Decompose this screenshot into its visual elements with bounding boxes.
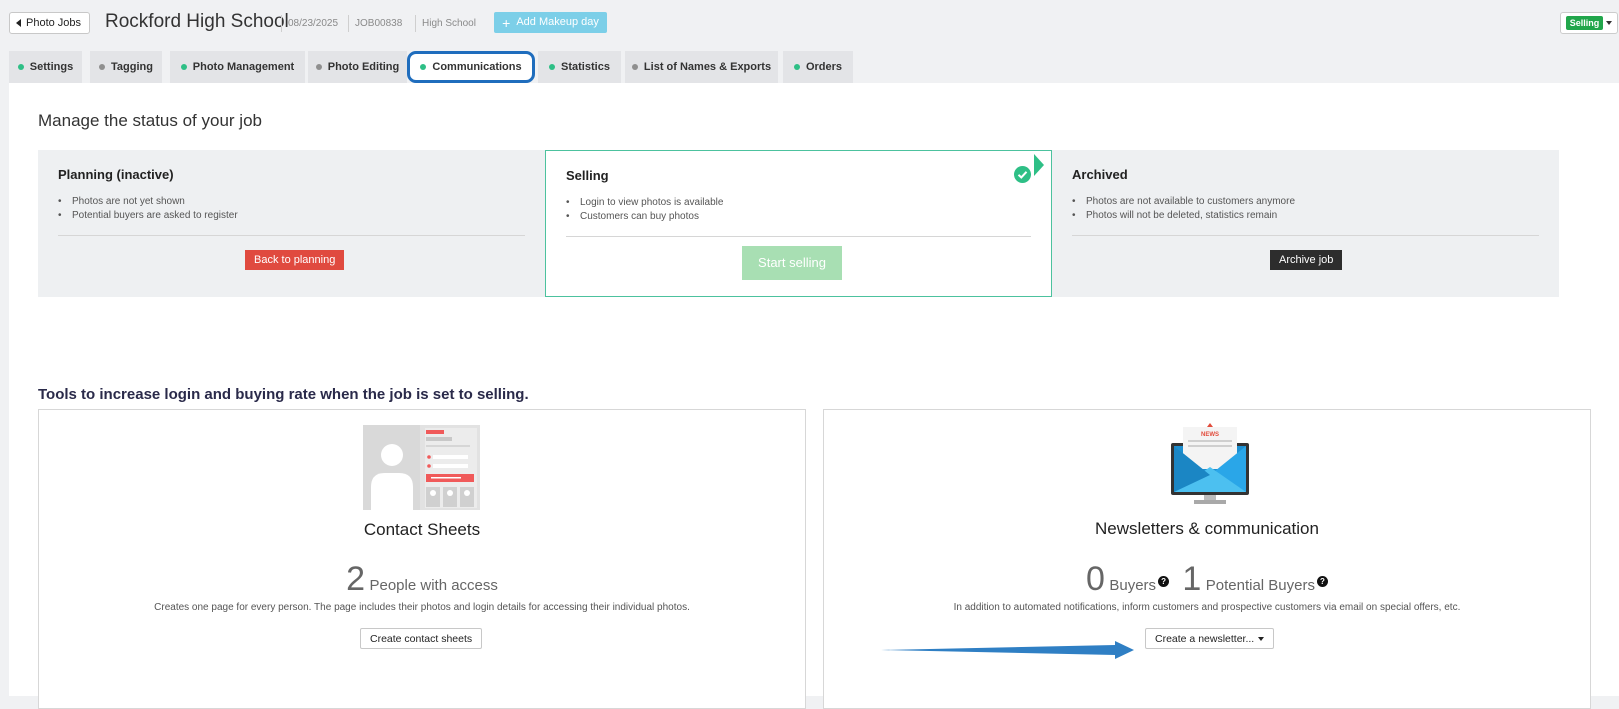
tab-orders[interactable]: Orders bbox=[783, 51, 853, 83]
newsletters-panel: NEWS Newsletters & communication 0 Buyer… bbox=[823, 409, 1591, 709]
list-item: Photos will not be deleted, statistics r… bbox=[1072, 209, 1295, 223]
divider bbox=[566, 236, 1031, 237]
tab-settings[interactable]: Settings bbox=[9, 51, 82, 83]
job-status-dropdown[interactable]: Selling bbox=[1560, 12, 1618, 34]
help-icon[interactable]: ? bbox=[1317, 576, 1328, 587]
archive-job-button[interactable]: Archive job bbox=[1270, 250, 1343, 270]
newsletters-description: In addition to automated notifications, … bbox=[953, 602, 1461, 613]
job-title: Rockford High School bbox=[105, 11, 289, 32]
job-date: 08/23/2025 bbox=[288, 18, 339, 29]
tab-label: Communications bbox=[432, 61, 522, 73]
chevron-down-icon bbox=[1258, 637, 1265, 641]
status-dot-icon bbox=[420, 64, 427, 70]
tab-communications[interactable]: Communications bbox=[407, 51, 535, 83]
potential-buyers-label: Potential Buyers bbox=[1205, 577, 1315, 594]
main-content: Manage the status of your job Planning (… bbox=[9, 83, 1619, 709]
tab-statistics[interactable]: Statistics bbox=[538, 51, 621, 83]
card-bullets: Photos are not yet shown Potential buyer… bbox=[58, 195, 238, 223]
status-section-title: Manage the status of your job bbox=[38, 111, 262, 130]
tab-label: Statistics bbox=[561, 61, 610, 73]
newsletter-monitor-icon: NEWS bbox=[1171, 423, 1249, 504]
list-item: Potential buyers are asked to register bbox=[58, 209, 238, 223]
buyers-label: Buyers bbox=[1109, 577, 1157, 594]
start-selling-button[interactable]: Start selling bbox=[742, 246, 842, 280]
help-icon[interactable]: ? bbox=[1158, 576, 1170, 587]
tab-photo-management[interactable]: Photo Management bbox=[170, 51, 305, 83]
tab-photo-editing[interactable]: Photo Editing bbox=[308, 51, 407, 83]
check-circle-icon bbox=[1014, 166, 1031, 183]
card-bullets: Login to view photos is available Custom… bbox=[566, 196, 723, 224]
status-card-archived: Archived Photos are not available to cus… bbox=[1052, 150, 1559, 297]
contact-sheets-panel: Contact Sheets 2 People with access Crea… bbox=[38, 409, 806, 709]
contact-sheets-description: Creates one page for every person. The p… bbox=[154, 602, 690, 613]
status-dot-icon bbox=[549, 64, 556, 70]
contact-sheet-icon bbox=[363, 425, 480, 510]
list-item: Login to view photos is available bbox=[566, 196, 723, 210]
status-dot-icon bbox=[17, 64, 24, 70]
card-title: Selling bbox=[566, 168, 609, 183]
divider bbox=[415, 15, 416, 32]
status-dot-icon bbox=[793, 64, 800, 70]
tab-label: Photo Management bbox=[192, 61, 295, 73]
status-dot-icon bbox=[180, 64, 187, 70]
tab-label: Settings bbox=[29, 61, 74, 73]
create-contact-sheets-button[interactable]: Create contact sheets bbox=[360, 628, 483, 649]
divider bbox=[1072, 235, 1539, 236]
news-tag: NEWS bbox=[1201, 432, 1219, 438]
create-newsletter-dropdown[interactable]: Create a newsletter... bbox=[1145, 628, 1275, 649]
card-bullets: Photos are not available to customers an… bbox=[1072, 195, 1295, 223]
newsletters-title: Newsletters & communication bbox=[1095, 519, 1319, 538]
chevron-down-icon bbox=[1606, 21, 1613, 25]
divider bbox=[348, 15, 349, 32]
card-title: Archived bbox=[1072, 167, 1128, 182]
back-to-photo-jobs-button[interactable]: Photo Jobs bbox=[9, 12, 91, 34]
arrow-notch bbox=[1034, 154, 1044, 176]
makeup-button-label: Add Makeup day bbox=[516, 16, 599, 28]
contact-sheets-stats: 2 People with access bbox=[39, 560, 805, 599]
people-count: 2 bbox=[346, 560, 366, 598]
potential-buyers-count: 1 bbox=[1182, 560, 1202, 598]
caret-left-icon bbox=[16, 19, 21, 27]
contact-sheets-title: Contact Sheets bbox=[363, 520, 481, 539]
list-item: Photos are not yet shown bbox=[58, 195, 238, 209]
list-item: Customers can buy photos bbox=[566, 210, 723, 224]
list-item: Photos are not available to customers an… bbox=[1072, 195, 1295, 209]
tools-section-title: Tools to increase login and buying rate … bbox=[38, 386, 529, 403]
tab-label: Photo Editing bbox=[327, 61, 400, 73]
status-dot-icon bbox=[315, 64, 322, 70]
header: Photo Jobs Rockford High School 08/23/20… bbox=[0, 0, 1619, 46]
status-card-planning: Planning (inactive) Photos are not yet s… bbox=[38, 150, 545, 297]
job-type: High School bbox=[422, 18, 476, 29]
tab-label: Tagging bbox=[111, 61, 153, 73]
divider bbox=[58, 235, 525, 236]
add-makeup-day-button[interactable]: + Add Makeup day bbox=[494, 12, 607, 33]
people-count-label: People with access bbox=[369, 577, 498, 594]
status-dot-icon bbox=[99, 64, 106, 70]
newsletter-stats: 0 Buyers? 1 Potential Buyers? bbox=[824, 560, 1590, 599]
annotation-arrow-icon bbox=[881, 641, 1134, 659]
buyers-count: 0 bbox=[1085, 560, 1105, 598]
plus-icon: + bbox=[502, 14, 511, 31]
status-dot-icon bbox=[631, 64, 638, 70]
back-button-label: Photo Jobs bbox=[26, 17, 82, 29]
back-to-planning-button[interactable]: Back to planning bbox=[245, 250, 345, 270]
divider bbox=[281, 15, 282, 32]
tab-label: List of Names & Exports bbox=[643, 61, 772, 73]
status-badge: Selling bbox=[1565, 16, 1604, 30]
tab-list-of-names-exports[interactable]: List of Names & Exports bbox=[625, 51, 778, 83]
tab-tagging[interactable]: Tagging bbox=[90, 51, 162, 83]
tab-label: Orders bbox=[805, 61, 843, 73]
card-title: Planning (inactive) bbox=[58, 167, 174, 182]
job-id: JOB00838 bbox=[355, 18, 403, 29]
status-card-selling: Selling Login to view photos is availabl… bbox=[545, 150, 1052, 297]
create-newsletter-label: Create a newsletter... bbox=[1155, 633, 1255, 645]
